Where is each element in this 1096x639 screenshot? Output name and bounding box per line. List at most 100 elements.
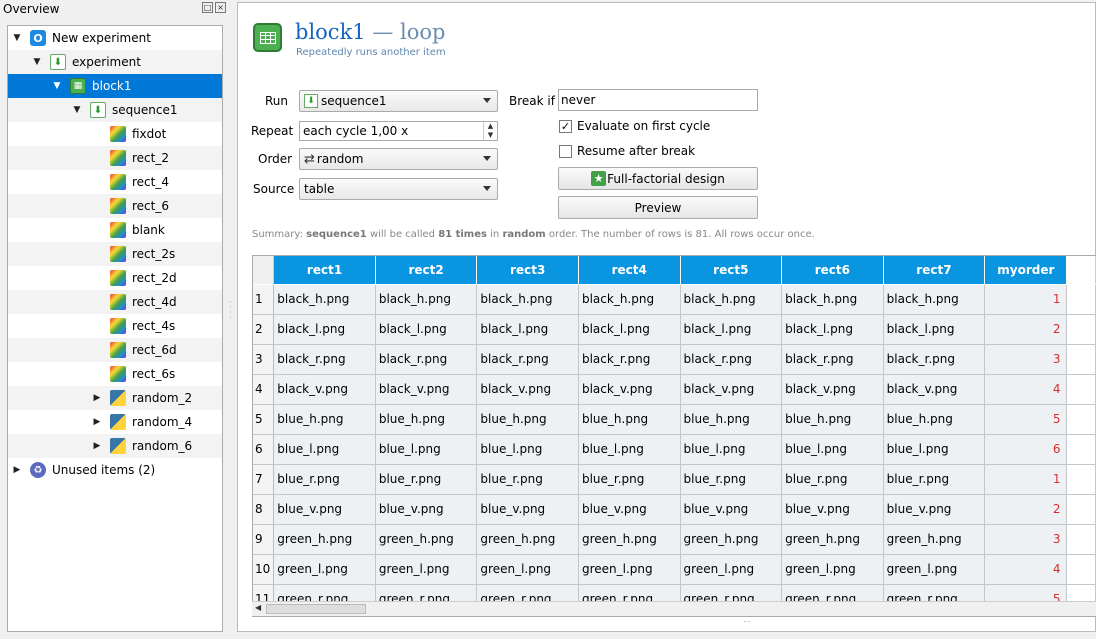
table-cell-myorder[interactable]: 1 [984, 464, 1068, 495]
table-cell[interactable]: green_l.png [781, 554, 884, 585]
table-row[interactable]: 5 blue_h.png blue_h.png blue_h.png blue_h.pn… [253, 404, 1096, 435]
table-cell[interactable]: black_v.png [476, 374, 579, 405]
horizontal-scrollbar[interactable]: ◀ [252, 601, 1096, 616]
table-row[interactable]: 4 black_v.png black_v.png black_v.png black_… [253, 374, 1096, 405]
table-cell[interactable]: blue_v.png [781, 494, 884, 525]
table-cell[interactable]: black_v.png [883, 374, 986, 405]
table-cell[interactable]: blue_r.png [476, 464, 579, 495]
table-row[interactable]: 7 blue_r.png blue_r.png blue_r.png blue_r.pn… [253, 464, 1096, 495]
table-cell[interactable]: green_l.png [476, 554, 579, 585]
row-number[interactable]: 3 [253, 344, 275, 375]
tree-item[interactable]: ▶ ♻ Unused items (2) [8, 458, 222, 482]
tree-item[interactable]: ▶ random_6 [8, 434, 222, 458]
table-cell[interactable]: blue_h.png [781, 404, 884, 435]
table-cell[interactable]: black_h.png [883, 284, 986, 315]
tree-item[interactable]: rect_6d [8, 338, 222, 362]
source-combobox[interactable]: table [299, 178, 498, 200]
table-cell[interactable]: black_v.png [273, 374, 376, 405]
row-number[interactable]: 6 [253, 434, 275, 465]
empty-cell[interactable] [1066, 464, 1096, 495]
table-cell[interactable]: black_h.png [578, 284, 681, 315]
expand-arrow-down-icon[interactable]: ▼ [12, 33, 22, 43]
table-cell[interactable]: blue_h.png [883, 404, 986, 435]
table-cell-myorder[interactable]: 1 [984, 284, 1068, 315]
empty-cell[interactable] [1066, 314, 1096, 345]
panel-splitter[interactable]: · · · · [229, 299, 233, 330]
tree-item[interactable]: rect_4d [8, 290, 222, 314]
expand-arrow-right-icon[interactable]: ▶ [12, 465, 22, 475]
table-cell[interactable]: blue_v.png [578, 494, 681, 525]
table-cell[interactable]: blue_l.png [781, 434, 884, 465]
empty-cell[interactable] [1066, 524, 1096, 555]
resume-after-break-checkbox[interactable]: Resume after break [559, 144, 695, 158]
table-cell[interactable]: blue_r.png [680, 464, 783, 495]
table-cell[interactable]: blue_l.png [578, 434, 681, 465]
table-cell[interactable]: green_h.png [883, 524, 986, 555]
table-cell[interactable]: black_l.png [273, 314, 376, 345]
table-cell[interactable]: black_l.png [578, 314, 681, 345]
tree-item[interactable]: rect_2 [8, 146, 222, 170]
table-cell[interactable]: blue_v.png [680, 494, 783, 525]
table-cell[interactable]: black_l.png [476, 314, 579, 345]
tree-item[interactable]: ▼ O New experiment [8, 26, 222, 50]
table-cell[interactable]: blue_v.png [883, 494, 986, 525]
tree-item[interactable]: ▼ ▦ block1 [8, 74, 222, 98]
table-cell[interactable]: green_h.png [375, 524, 478, 555]
table-corner[interactable] [253, 256, 275, 285]
table-cell-myorder[interactable]: 2 [984, 494, 1068, 525]
table-cell-myorder[interactable]: 3 [984, 344, 1068, 375]
preview-button[interactable]: Preview [558, 196, 758, 219]
table-cell[interactable]: green_l.png [578, 554, 681, 585]
table-cell[interactable]: blue_r.png [883, 464, 986, 495]
empty-cell[interactable] [1066, 404, 1096, 435]
expand-arrow-right-icon[interactable]: ▶ [92, 393, 102, 403]
table-cell[interactable]: green_l.png [375, 554, 478, 585]
expand-arrow-right-icon[interactable]: ▶ [92, 417, 102, 427]
checkbox-unchecked-icon[interactable] [559, 144, 572, 158]
row-number[interactable]: 1 [253, 284, 275, 315]
spin-arrows-icon[interactable]: ▲ ▼ [483, 122, 497, 140]
table-cell[interactable]: green_l.png [883, 554, 986, 585]
empty-cell[interactable] [1066, 344, 1096, 375]
table-cell[interactable]: black_h.png [273, 284, 376, 315]
table-cell[interactable]: blue_h.png [375, 404, 478, 435]
column-header[interactable]: myorder [984, 256, 1068, 285]
float-panel-icon[interactable]: □ [202, 2, 213, 13]
table-cell[interactable]: black_r.png [578, 344, 681, 375]
table-cell[interactable]: black_r.png [375, 344, 478, 375]
table-cell[interactable]: blue_l.png [680, 434, 783, 465]
item-title[interactable]: block1 — loop [295, 20, 445, 44]
column-header[interactable]: rect2 [375, 256, 478, 285]
row-number[interactable]: 4 [253, 374, 275, 405]
expand-arrow-down-icon[interactable]: ▼ [52, 81, 62, 91]
empty-cell[interactable] [1066, 284, 1096, 315]
table-cell[interactable]: green_h.png [273, 524, 376, 555]
tree-item[interactable]: ▼ ⬇ experiment [8, 50, 222, 74]
table-cell[interactable]: black_r.png [680, 344, 783, 375]
full-factorial-design-button[interactable]: ★ Full-factorial design [558, 167, 758, 190]
table-row[interactable]: 10 green_l.png green_l.png green_l.png green… [253, 554, 1096, 585]
table-cell[interactable]: green_h.png [578, 524, 681, 555]
loop-table[interactable]: rect1 rect2 rect3 rect4 rect5 rect6 rect7 myord… [252, 255, 1096, 617]
table-cell[interactable]: green_h.png [476, 524, 579, 555]
table-cell[interactable]: black_r.png [273, 344, 376, 375]
table-cell[interactable]: blue_v.png [476, 494, 579, 525]
tree-item[interactable]: ▶ random_2 [8, 386, 222, 410]
table-cell[interactable]: blue_h.png [273, 404, 376, 435]
table-cell[interactable]: green_l.png [680, 554, 783, 585]
table-cell[interactable]: blue_r.png [781, 464, 884, 495]
tree-item[interactable]: rect_6s [8, 362, 222, 386]
resize-grip-icon[interactable]: ⋯ [743, 617, 751, 626]
expand-arrow-down-icon[interactable]: ▼ [72, 105, 82, 115]
tree-item[interactable]: ▶ random_4 [8, 410, 222, 434]
expand-arrow-right-icon[interactable]: ▶ [92, 441, 102, 451]
checkbox-checked-icon[interactable]: ✓ [559, 119, 572, 133]
empty-cell[interactable] [1066, 554, 1096, 585]
expand-arrow-down-icon[interactable]: ▼ [32, 57, 42, 67]
table-cell[interactable]: green_h.png [680, 524, 783, 555]
table-cell[interactable]: black_h.png [680, 284, 783, 315]
empty-cell[interactable] [1066, 374, 1096, 405]
scrollbar-thumb[interactable] [266, 604, 366, 614]
table-row[interactable]: 1 black_h.png black_h.png black_h.png black_… [253, 284, 1096, 315]
table-cell[interactable]: black_v.png [578, 374, 681, 405]
